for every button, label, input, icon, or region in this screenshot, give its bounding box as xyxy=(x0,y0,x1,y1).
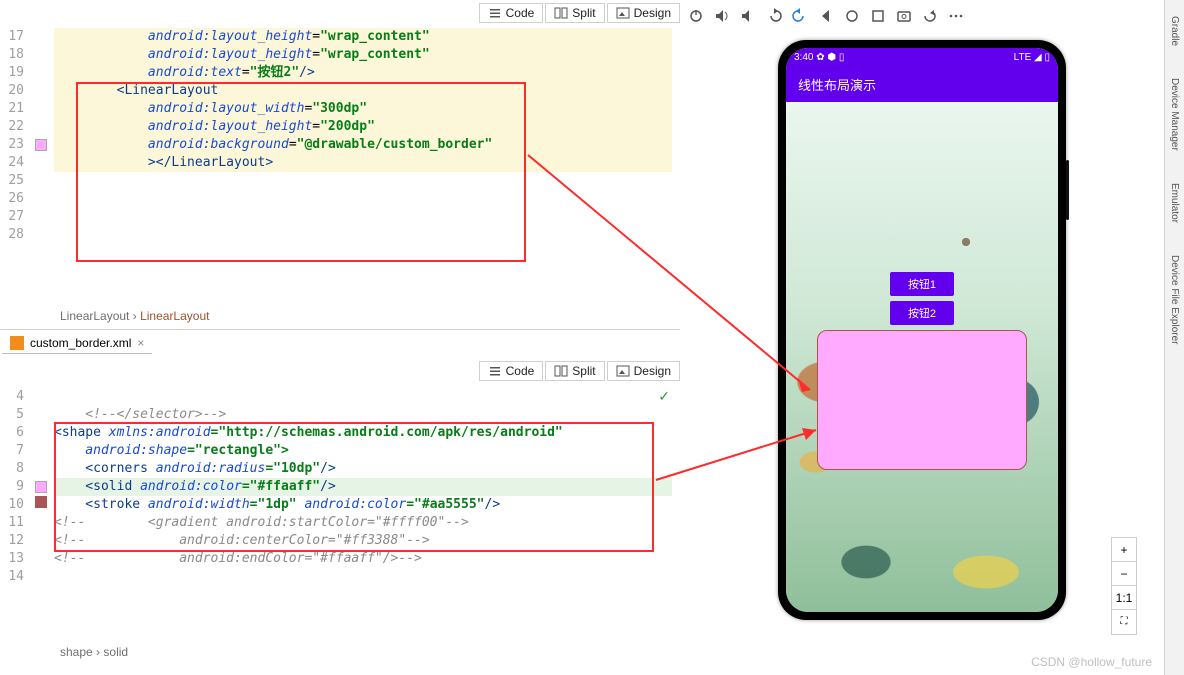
line-gutter: 171819 202122 232425 262728 xyxy=(0,28,30,301)
file-tab-label: custom_border.xml xyxy=(30,336,131,350)
split-icon xyxy=(554,364,568,378)
custom-border-layout xyxy=(817,330,1027,470)
right-tool-tabs: Gradle Device Manager Emulator Device Fi… xyxy=(1164,0,1184,675)
rotate-right-icon[interactable] xyxy=(792,8,808,24)
button-1[interactable]: 按钮1 xyxy=(890,272,954,296)
drawable-xml-editor: custom_border.xml × Code Split Design ✓ … xyxy=(0,330,680,665)
button-2[interactable]: 按钮2 xyxy=(890,301,954,325)
color-swatch-icon xyxy=(35,481,47,493)
tab-design[interactable]: Design xyxy=(607,361,680,381)
zoom-fit-button[interactable]: 1:1 xyxy=(1112,586,1136,610)
layout-xml-editor: Code Split Design 3 ^ v 171819 202122 23… xyxy=(0,0,680,330)
tab-split[interactable]: Split xyxy=(545,3,604,23)
screenshot-icon[interactable] xyxy=(896,8,912,24)
app-content: 按钮1 按钮2 xyxy=(786,102,1058,612)
breadcrumb[interactable]: LinearLayout › LinearLayout xyxy=(60,309,209,323)
xml-file-icon xyxy=(10,336,24,350)
annotation-box-top xyxy=(76,82,526,262)
zoom-controls: + − 1:1 ⛶ xyxy=(1111,537,1137,635)
annotation-box-bottom xyxy=(54,422,654,552)
watermark: CSDN @hollow_future xyxy=(1031,655,1152,669)
power-icon[interactable] xyxy=(688,8,704,24)
tab-gradle[interactable]: Gradle xyxy=(1167,10,1182,52)
volume-down-icon[interactable] xyxy=(740,8,756,24)
tab-split[interactable]: Split xyxy=(545,361,604,381)
device-frame: 3:40 ✿ ⬢ ▯ LTE ◢ ▯ 线性布局演示 按钮1 按钮2 xyxy=(778,40,1066,620)
rotate-left-icon[interactable] xyxy=(766,8,782,24)
tab-device-file-explorer[interactable]: Device File Explorer xyxy=(1167,249,1182,350)
status-bar: 3:40 ✿ ⬢ ▯ LTE ◢ ▯ xyxy=(786,48,1058,66)
tab-design[interactable]: Design xyxy=(607,3,680,23)
breadcrumb-bottom[interactable]: shape › solid xyxy=(60,645,128,659)
color-swatch-icon xyxy=(35,496,47,508)
marker-column-bottom xyxy=(30,388,52,637)
overview-icon[interactable] xyxy=(870,8,886,24)
split-icon xyxy=(554,6,568,20)
list-icon xyxy=(488,6,502,20)
tab-code[interactable]: Code xyxy=(479,3,544,23)
design-mode-tabs: Code Split Design xyxy=(479,0,680,26)
emulator-toolbar xyxy=(688,6,964,26)
device-screen[interactable]: 3:40 ✿ ⬢ ▯ LTE ◢ ▯ 线性布局演示 按钮1 按钮2 xyxy=(786,48,1058,612)
image-icon xyxy=(616,364,630,378)
marker-column xyxy=(30,28,52,301)
emulator-panel: 3:40 ✿ ⬢ ▯ LTE ◢ ▯ 线性布局演示 按钮1 按钮2 + − 1:… xyxy=(680,0,1165,675)
home-icon[interactable] xyxy=(844,8,860,24)
line-gutter-bottom: 456 789 101112 1314 xyxy=(0,388,30,637)
app-bar: 线性布局演示 xyxy=(786,66,1058,102)
reload-icon[interactable] xyxy=(922,8,938,24)
zoom-in-button[interactable]: + xyxy=(1112,538,1136,562)
volume-up-icon[interactable] xyxy=(714,8,730,24)
close-icon[interactable]: × xyxy=(137,336,144,350)
list-icon xyxy=(488,364,502,378)
editors-column: Code Split Design 3 ^ v 171819 202122 23… xyxy=(0,0,680,675)
zoom-out-button[interactable]: − xyxy=(1112,562,1136,586)
design-mode-tabs-bottom: Code Split Design xyxy=(479,358,680,384)
color-swatch-icon xyxy=(35,139,47,151)
tab-device-manager[interactable]: Device Manager xyxy=(1167,72,1182,157)
file-tab[interactable]: custom_border.xml × xyxy=(2,332,152,354)
zoom-full-button[interactable]: ⛶ xyxy=(1112,610,1136,634)
image-icon xyxy=(616,6,630,20)
back-icon[interactable] xyxy=(818,8,834,24)
tab-emulator[interactable]: Emulator xyxy=(1167,177,1182,229)
power-button xyxy=(1066,160,1069,220)
more-icon[interactable] xyxy=(948,8,964,24)
tab-code[interactable]: Code xyxy=(479,361,544,381)
